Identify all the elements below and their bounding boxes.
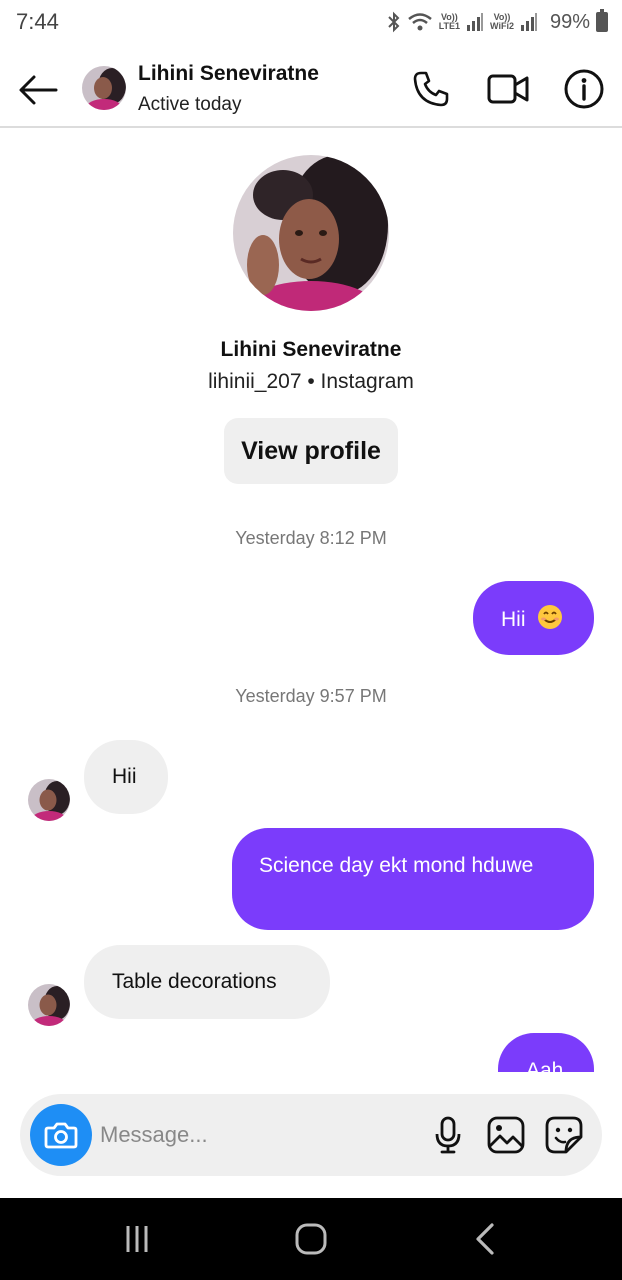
back-button[interactable] <box>16 68 60 112</box>
gallery-button[interactable] <box>484 1113 528 1157</box>
view-profile-button[interactable]: View profile <box>224 418 398 484</box>
profile-name: Lihini Seneviratne <box>220 338 402 361</box>
recents-button[interactable] <box>117 1219 157 1259</box>
sticker-button[interactable] <box>542 1113 586 1157</box>
video-camera-icon <box>487 74 529 104</box>
bluetooth-icon <box>387 11 400 33</box>
status-bar: 7:44 Vo)) LTE1 Vo)) WiFi2 99% <box>0 0 622 44</box>
status-icons: Vo)) LTE1 Vo)) WiFi2 99% <box>387 9 608 34</box>
camera-button[interactable] <box>30 1104 92 1166</box>
message-outgoing[interactable]: Hii <box>473 581 594 655</box>
message-outgoing[interactable]: Aah <box>498 1033 594 1072</box>
gallery-icon <box>487 1116 525 1154</box>
microphone-icon <box>435 1116 461 1154</box>
battery-icon <box>596 9 608 32</box>
message-text: Aah <box>526 1059 564 1072</box>
info-icon <box>564 69 604 109</box>
message-text: Hii <box>112 765 137 788</box>
profile-photo <box>233 155 389 311</box>
message-composer <box>20 1094 602 1176</box>
header-avatar[interactable] <box>82 66 126 110</box>
header-contact-name[interactable]: Lihini Seneviratne <box>138 62 319 86</box>
chat-header: Lihini Seneviratne Active today <box>0 52 622 126</box>
profile-avatar[interactable] <box>233 155 389 311</box>
nav-back-icon <box>476 1223 494 1255</box>
timestamp: Yesterday 8:12 PM <box>235 528 387 548</box>
home-icon <box>295 1223 327 1255</box>
sticker-icon <box>545 1116 583 1154</box>
avatar-image <box>82 66 126 110</box>
timestamp: Yesterday 9:57 PM <box>235 686 387 706</box>
voice-message-button[interactable] <box>426 1113 470 1157</box>
camera-icon <box>44 1122 78 1149</box>
audio-call-button[interactable] <box>408 66 454 112</box>
system-back-button[interactable] <box>466 1219 506 1259</box>
recents-icon <box>126 1226 148 1252</box>
system-navigation-bar <box>0 1198 622 1280</box>
message-input[interactable] <box>100 1116 400 1154</box>
profile-username: lihinii_207 • Instagram <box>208 370 414 393</box>
sender-avatar[interactable] <box>28 984 70 1026</box>
phone-icon <box>413 71 449 107</box>
message-incoming[interactable]: Hii <box>84 740 168 814</box>
header-active-status: Active today <box>138 94 242 115</box>
wifi-icon <box>407 13 432 31</box>
volte-lte1-indicator: Vo)) LTE1 <box>438 12 461 31</box>
message-text: Hii <box>501 608 526 631</box>
message-text: Table decorations <box>112 970 277 993</box>
battery-percent: 99% <box>549 10 590 33</box>
message-incoming[interactable]: Table decorations <box>84 945 330 1019</box>
video-call-button[interactable] <box>485 66 531 112</box>
back-arrow-icon <box>19 75 58 105</box>
avatar-image <box>28 984 70 1026</box>
smiling-face-emoji-icon <box>538 605 563 629</box>
message-outgoing[interactable]: Science day ekt mond hduwe <box>232 828 594 930</box>
volte-wifi2-indicator: Vo)) WiFi2 <box>490 12 514 31</box>
signal-2-icon <box>520 13 537 31</box>
avatar-image <box>28 779 70 821</box>
message-text: Science day ekt mond hduwe <box>259 854 534 877</box>
signal-1-icon <box>467 13 484 31</box>
message-thread[interactable]: Lihini Seneviratne lihinii_207 • Instagr… <box>0 128 622 1072</box>
conversation-info-button[interactable] <box>561 66 607 112</box>
home-button[interactable] <box>291 1219 331 1259</box>
sender-avatar[interactable] <box>28 779 70 821</box>
status-time: 7:44 <box>16 9 59 34</box>
